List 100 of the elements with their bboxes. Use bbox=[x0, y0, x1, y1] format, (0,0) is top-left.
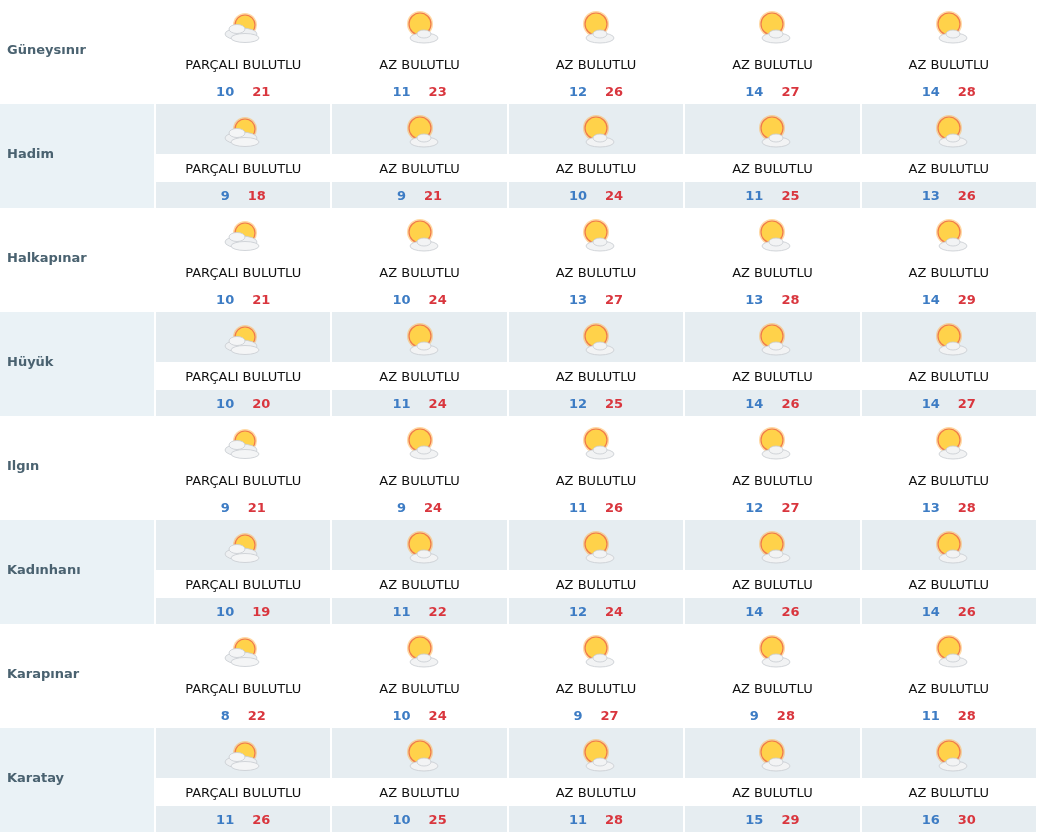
high-temperature: 19 bbox=[252, 603, 271, 619]
high-temperature: 24 bbox=[428, 707, 447, 723]
high-temperature: 28 bbox=[605, 811, 624, 827]
high-temperature: 30 bbox=[957, 811, 976, 827]
low-temperature: 10 bbox=[216, 603, 235, 619]
place-name-cell: Kadınhanı bbox=[0, 520, 154, 624]
low-temperature: 13 bbox=[568, 291, 587, 307]
high-temperature: 29 bbox=[781, 811, 800, 827]
low-temperature: 10 bbox=[392, 291, 411, 307]
high-temperature: 21 bbox=[252, 83, 271, 99]
high-temperature: 22 bbox=[247, 707, 266, 723]
place-name-cell-text: Halkapınar bbox=[6, 248, 88, 267]
low-temperature: 9 bbox=[220, 187, 230, 203]
high-temperature: 27 bbox=[600, 707, 619, 723]
low-temperature: 10 bbox=[392, 811, 411, 827]
low-temperature: 10 bbox=[568, 187, 587, 203]
high-temperature: 26 bbox=[252, 811, 271, 827]
condition-cell-text: AZ BULUTLU bbox=[731, 263, 814, 282]
high-temperature: 28 bbox=[776, 707, 795, 723]
condition-cell-text: AZ BULUTLU bbox=[731, 471, 814, 490]
condition-cell-text: AZ BULUTLU bbox=[907, 263, 991, 282]
low-temperature: 14 bbox=[921, 395, 940, 411]
high-temperature: 26 bbox=[957, 187, 976, 203]
low-temperature: 15 bbox=[745, 811, 764, 827]
low-temperature: 11 bbox=[568, 811, 587, 827]
low-temperature: 11 bbox=[921, 707, 940, 723]
high-temperature: 26 bbox=[605, 499, 624, 515]
low-temperature: 9 bbox=[573, 707, 583, 723]
condition-cell-text: AZ BULUTLU bbox=[554, 55, 638, 74]
low-temperature: 9 bbox=[397, 499, 407, 515]
low-temperature: 12 bbox=[568, 83, 587, 99]
place-name-cell-text: Karapınar bbox=[6, 664, 81, 683]
high-temperature: 21 bbox=[252, 291, 271, 307]
condition-cell-text: AZ BULUTLU bbox=[378, 471, 461, 490]
condition-cell-text: PARÇALI BULUTLU bbox=[184, 263, 303, 282]
high-temperature: 24 bbox=[428, 291, 447, 307]
condition-cell-text: PARÇALI BULUTLU bbox=[184, 55, 303, 74]
high-temperature: 28 bbox=[781, 291, 800, 307]
low-temperature: 14 bbox=[745, 395, 764, 411]
low-temperature: 12 bbox=[568, 603, 587, 619]
low-temperature: 13 bbox=[921, 499, 940, 515]
high-temperature: 27 bbox=[605, 291, 624, 307]
low-temperature: 8 bbox=[220, 707, 230, 723]
low-temperature: 9 bbox=[397, 187, 407, 203]
place-name-cell: Hadim bbox=[0, 104, 154, 208]
high-temperature: 27 bbox=[781, 499, 800, 515]
condition-cell-text: AZ BULUTLU bbox=[554, 679, 638, 698]
condition-cell-text: AZ BULUTLU bbox=[554, 263, 638, 282]
high-temperature: 26 bbox=[781, 603, 800, 619]
low-temperature: 13 bbox=[745, 291, 764, 307]
low-temperature: 11 bbox=[392, 83, 411, 99]
high-temperature: 27 bbox=[781, 83, 800, 99]
high-temperature: 26 bbox=[605, 83, 624, 99]
condition-cell-text: AZ BULUTLU bbox=[378, 263, 461, 282]
high-temperature: 28 bbox=[957, 707, 976, 723]
condition-cell-text: AZ BULUTLU bbox=[907, 55, 991, 74]
low-temperature: 12 bbox=[568, 395, 587, 411]
place-name-cell: Karatay bbox=[0, 728, 154, 832]
high-temperature: 24 bbox=[428, 395, 447, 411]
condition-cell-text: AZ BULUTLU bbox=[731, 55, 814, 74]
high-temperature: 27 bbox=[957, 395, 976, 411]
low-temperature: 16 bbox=[921, 811, 940, 827]
high-temperature: 24 bbox=[605, 603, 624, 619]
condition-cell-text: AZ BULUTLU bbox=[731, 679, 814, 698]
low-temperature: 14 bbox=[745, 83, 764, 99]
low-temperature: 12 bbox=[745, 499, 764, 515]
low-temperature: 9 bbox=[749, 707, 759, 723]
high-temperature: 28 bbox=[957, 83, 976, 99]
condition-cell-text: PARÇALI BULUTLU bbox=[184, 471, 303, 490]
high-temperature: 21 bbox=[247, 499, 266, 515]
high-temperature: 24 bbox=[424, 499, 443, 515]
high-temperature: 25 bbox=[428, 811, 447, 827]
low-temperature: 14 bbox=[921, 603, 940, 619]
high-temperature: 25 bbox=[605, 395, 624, 411]
high-temperature: 26 bbox=[957, 603, 976, 619]
condition-cell-text: PARÇALI BULUTLU bbox=[184, 679, 303, 698]
high-temperature: 26 bbox=[781, 395, 800, 411]
low-temperature: 11 bbox=[745, 187, 764, 203]
low-temperature: 10 bbox=[392, 707, 411, 723]
low-temperature: 10 bbox=[216, 395, 235, 411]
high-temperature: 24 bbox=[605, 187, 624, 203]
low-temperature: 10 bbox=[216, 291, 235, 307]
low-temperature: 14 bbox=[921, 291, 940, 307]
low-temperature: 11 bbox=[568, 499, 587, 515]
high-temperature: 29 bbox=[957, 291, 976, 307]
high-temperature: 18 bbox=[247, 187, 266, 203]
low-temperature: 13 bbox=[921, 187, 940, 203]
high-temperature: 23 bbox=[428, 83, 447, 99]
low-temperature: 11 bbox=[392, 395, 411, 411]
high-temperature: 20 bbox=[252, 395, 271, 411]
low-temperature: 14 bbox=[745, 603, 764, 619]
place-name-cell-text: Güneysınır bbox=[6, 40, 87, 59]
condition-cell-text: AZ BULUTLU bbox=[554, 471, 638, 490]
high-temperature: 28 bbox=[957, 499, 976, 515]
condition-cell-text: AZ BULUTLU bbox=[907, 679, 991, 698]
low-temperature: 11 bbox=[216, 811, 235, 827]
condition-cell-text: AZ BULUTLU bbox=[907, 471, 991, 490]
low-temperature: 14 bbox=[921, 83, 940, 99]
place-name-cell-text: Ilgın bbox=[6, 456, 41, 475]
low-temperature: 10 bbox=[216, 83, 235, 99]
